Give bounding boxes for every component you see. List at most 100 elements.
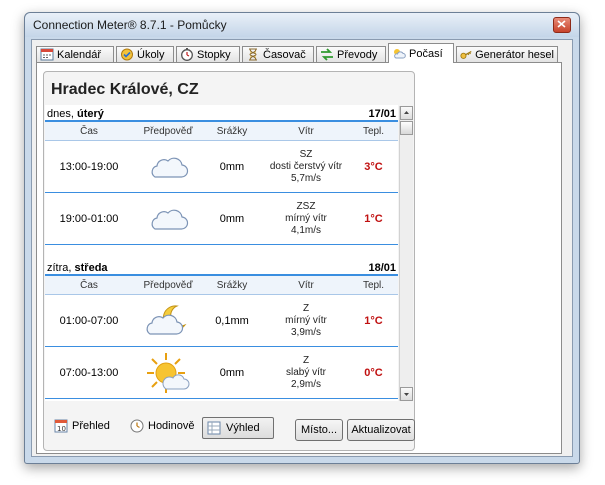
overview-label: Přehled — [72, 420, 110, 432]
wind-direction: SZ — [299, 148, 313, 160]
scroll-down-button[interactable] — [400, 387, 413, 401]
day-weekday: středa — [74, 262, 108, 274]
tab-label: Časovač — [263, 48, 306, 61]
key-icon — [460, 50, 472, 59]
row-precip: 0mm — [219, 212, 245, 225]
col-forecast: Předpověď — [143, 279, 193, 291]
overview-option[interactable]: 10 Přehled — [54, 419, 110, 433]
forecast-row: 01:00-07:00 0,1mm Z mírný vítr 3,9m/s 1°… — [45, 295, 398, 347]
refresh-button[interactable]: Aktualizovat — [347, 419, 415, 441]
row-time: 01:00-07:00 — [59, 314, 119, 327]
wind-speed: 5,7m/s — [290, 172, 321, 184]
calendar-small-icon: 10 — [54, 419, 68, 433]
wind-speed: 4,1m/s — [290, 224, 321, 236]
col-temp: Tepl. — [362, 125, 385, 137]
day-date: 17/01 — [368, 108, 396, 120]
day-header: zítra, středa 18/01 — [45, 259, 398, 276]
day-date: 18/01 — [368, 262, 396, 274]
app-window: Connection Meter® 8.7.1 - Pomůcky Kalend… — [24, 12, 580, 464]
wind-direction: ZSZ — [296, 200, 316, 212]
row-wind: Z slabý vítr 2,9m/s — [261, 355, 351, 391]
row-wind: Z mírný vítr 3,9m/s — [261, 303, 351, 339]
row-temp: 1°C — [364, 314, 383, 327]
tab-generator-hesel[interactable]: Generátor hesel — [456, 46, 558, 62]
wind-description: mírný vítr — [285, 314, 327, 326]
forecast-scrollbar[interactable] — [399, 106, 413, 401]
row-precip: 0,1mm — [215, 314, 249, 327]
title-bar[interactable]: Connection Meter® 8.7.1 - Pomůcky — [25, 13, 579, 37]
cloud-icon — [151, 209, 189, 230]
row-temp: 0°C — [364, 366, 383, 379]
tab-casovac[interactable]: Časovač — [242, 46, 314, 62]
row-precip: 0mm — [219, 160, 245, 173]
sun-cloud-icon — [147, 352, 190, 393]
column-header: Čas Předpověď Srážky Vítr Tepl. — [45, 276, 398, 295]
tab-prevody[interactable]: Převody — [316, 46, 386, 62]
row-time: 07:00-13:00 — [59, 366, 119, 379]
day-prefix: zítra, — [47, 262, 75, 274]
place-button[interactable]: Místo... — [295, 419, 343, 441]
arrow-up-icon — [404, 111, 409, 114]
weather-tab-page: Hradec Králové, CZ dnes, úterý 17/01 Čas… — [36, 62, 562, 454]
moon-cloud-icon — [146, 304, 187, 335]
table-icon — [207, 421, 221, 435]
bottom-bar: 10 Přehled Hodinově Výhled Místo... Aktu… — [44, 413, 415, 443]
close-icon — [557, 20, 566, 28]
outlook-toggle-button[interactable]: Výhled — [202, 417, 274, 439]
scroll-up-button[interactable] — [400, 106, 413, 120]
location-title: Hradec Králové, CZ — [51, 81, 199, 98]
tab-label: Počasí — [409, 47, 443, 60]
outlook-label: Výhled — [226, 422, 260, 434]
tab-stopky[interactable]: Stopky — [176, 46, 240, 62]
hourly-label: Hodinově — [148, 420, 195, 432]
hourglass-icon — [249, 48, 257, 61]
window-title: Connection Meter® 8.7.1 - Pomůcky — [33, 18, 227, 32]
col-precip: Srážky — [216, 279, 248, 291]
col-wind: Vítr — [298, 279, 314, 291]
tab-pocasi[interactable]: Počasí — [388, 43, 454, 63]
tab-strip: Kalendář Úkoly Stopky Časovač Převody Po… — [36, 43, 572, 63]
tab-kalendar[interactable]: Kalendář — [36, 46, 114, 62]
col-time: Čas — [80, 125, 98, 137]
tab-label: Kalendář — [57, 48, 102, 61]
wind-speed: 2,9m/s — [290, 378, 321, 390]
scroll-thumb[interactable] — [400, 121, 413, 135]
cloud-icon — [151, 157, 189, 178]
weather-panel: Hradec Králové, CZ dnes, úterý 17/01 Čas… — [43, 71, 415, 451]
forecast-list[interactable]: dnes, úterý 17/01 Čas Předpověď Srážky V… — [45, 105, 398, 401]
day-prefix: dnes, — [47, 108, 77, 120]
day-weekday: úterý — [76, 108, 104, 120]
wind-speed: 3,9m/s — [290, 326, 321, 338]
svg-text:10: 10 — [57, 425, 66, 433]
column-header: Čas Předpověď Srážky Vítr Tepl. — [45, 122, 398, 141]
arrow-down-icon — [404, 393, 409, 396]
forecast-row: 19:00-01:00 0mm ZSZ mírný vítr 4,1m/s 1°… — [45, 193, 398, 245]
forecast-row: 13:00-19:00 0mm SZ dosti čerstvý vítr 5,… — [45, 141, 398, 193]
wind-direction: Z — [302, 354, 310, 366]
col-precip: Srážky — [216, 125, 248, 137]
forecast-row: 07:00-13:00 0mm Z slabý vítr 2,9m/s 0°C — [45, 347, 398, 399]
day-header: dnes, úterý 17/01 — [45, 105, 398, 122]
wind-direction: Z — [302, 302, 310, 314]
client-area: Kalendář Úkoly Stopky Časovač Převody Po… — [31, 39, 573, 457]
close-button[interactable] — [553, 17, 571, 33]
calendar-icon — [40, 48, 54, 61]
clock-icon — [130, 419, 144, 433]
weather-icon — [394, 49, 406, 59]
row-temp: 1°C — [364, 212, 383, 225]
tasks-icon — [121, 48, 133, 61]
row-wind: ZSZ mírný vítr 4,1m/s — [261, 201, 351, 237]
wind-description: slabý vítr — [285, 366, 326, 378]
tab-label: Stopky — [197, 48, 231, 61]
col-temp: Tepl. — [362, 279, 385, 291]
hourly-option[interactable]: Hodinově — [130, 419, 194, 433]
tab-label: Úkoly — [137, 48, 165, 61]
tab-label: Převody — [337, 48, 378, 61]
row-temp: 3°C — [364, 160, 383, 173]
col-time: Čas — [80, 279, 98, 291]
tab-ukoly[interactable]: Úkoly — [116, 46, 174, 62]
conversion-icon — [321, 48, 333, 61]
col-forecast: Předpověď — [143, 125, 193, 137]
tab-label: Generátor hesel — [475, 48, 554, 61]
wind-description: mírný vítr — [285, 212, 327, 224]
